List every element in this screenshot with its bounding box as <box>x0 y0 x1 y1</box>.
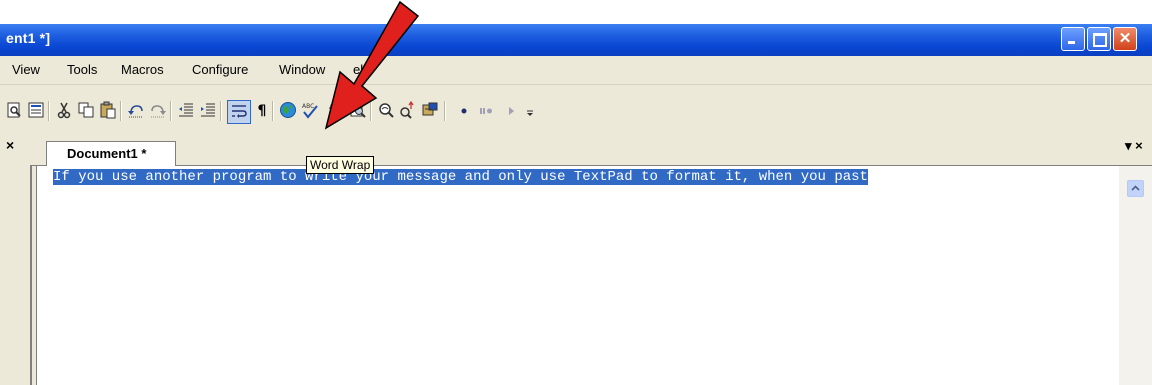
toolbar-separator <box>120 101 122 121</box>
document-properties-icon <box>28 102 44 118</box>
menu-bar: View Tools Macros Configure Window elp <box>0 56 1152 85</box>
svg-text:ABC: ABC <box>302 103 314 110</box>
pause-macro-icon <box>480 108 492 114</box>
paste-button[interactable] <box>98 101 118 121</box>
word-wrap-icon <box>232 105 247 118</box>
record-macro-button[interactable] <box>454 101 474 121</box>
text-editor[interactable]: If you use another program to write your… <box>36 166 1119 385</box>
print-preview-icon <box>7 102 21 118</box>
menu-tools[interactable]: Tools <box>67 62 97 77</box>
svg-text:Z: Z <box>329 111 334 119</box>
word-wrap-tooltip: Word Wrap <box>306 156 375 174</box>
find-in-files-button[interactable] <box>348 101 368 121</box>
toolbar-separator <box>370 101 372 121</box>
tab-label: Document1 * <box>67 146 147 161</box>
toolbar-separator <box>170 101 172 121</box>
toolbar-overflow-button[interactable] <box>520 101 540 121</box>
sort-icon: AZ <box>329 103 342 119</box>
toolbar-separator <box>272 101 274 121</box>
spy-button[interactable] <box>376 101 396 121</box>
spell-check-icon: ABC <box>302 103 318 119</box>
decrease-indent-button[interactable] <box>176 101 196 121</box>
selected-text-line[interactable]: If you use another program to write your… <box>53 169 868 185</box>
record-macro-icon <box>461 108 467 114</box>
close-button[interactable]: ✕ <box>1113 27 1137 51</box>
copy-button[interactable] <box>76 101 96 121</box>
tab-controls[interactable]: ▾ × <box>1125 138 1143 154</box>
menu-macros[interactable]: Macros <box>121 62 164 77</box>
undo-icon <box>128 105 143 118</box>
document-area: × Document1 * ▾ × If you use another pro… <box>0 135 1152 385</box>
maximize-button[interactable] <box>1087 27 1111 51</box>
tab-document1[interactable]: Document1 * <box>46 141 176 166</box>
play-macro-button[interactable] <box>502 101 522 121</box>
find-in-files-icon <box>350 102 366 118</box>
copy-icon <box>78 102 94 118</box>
menu-window[interactable]: Window <box>279 62 325 77</box>
pause-macro-button[interactable] <box>476 101 496 121</box>
play-macro-icon <box>509 107 514 115</box>
print-preview-button[interactable] <box>4 101 24 121</box>
minimize-button[interactable] <box>1061 27 1085 51</box>
find-replace-button[interactable] <box>398 100 418 121</box>
web-globe-icon <box>280 102 296 118</box>
menu-view[interactable]: View <box>12 62 40 77</box>
title-bar[interactable]: ent1 *] ✕ <box>0 24 1152 56</box>
window-title: ent1 *] <box>6 30 51 46</box>
increase-indent-button[interactable] <box>198 101 218 121</box>
decrease-indent-icon <box>179 103 193 117</box>
paste-icon <box>100 101 116 119</box>
scroll-up-button[interactable] <box>1127 180 1144 197</box>
vertical-scrollbar[interactable] <box>1119 166 1152 385</box>
toolbar-separator <box>220 101 222 121</box>
cut-button[interactable] <box>54 101 74 121</box>
panel-divider <box>30 165 32 385</box>
paragraph-mark-icon: ¶ <box>257 103 267 119</box>
toolbar-separator <box>444 101 446 121</box>
find-button[interactable] <box>420 101 440 121</box>
spell-check-button[interactable]: ABC <box>300 101 320 121</box>
find-icon <box>422 102 438 116</box>
chevron-up-icon <box>1131 185 1140 191</box>
increase-indent-icon <box>201 103 215 117</box>
sort-button[interactable]: AZ <box>326 101 346 121</box>
paragraph-mark-button[interactable]: ¶ <box>252 101 272 121</box>
find-replace-icon <box>400 100 414 119</box>
toolbar: ¶ ABC AZ <box>0 85 1152 135</box>
chevron-down-icon <box>527 110 533 116</box>
redo-icon <box>151 105 166 118</box>
redo-button[interactable] <box>148 101 168 121</box>
menu-help[interactable]: elp <box>353 62 370 77</box>
undo-button[interactable] <box>126 101 146 121</box>
close-icon: ✕ <box>1118 30 1132 47</box>
toolbar-separator <box>48 101 50 121</box>
web-browser-button[interactable] <box>278 101 298 121</box>
document-properties-button[interactable] <box>26 101 46 121</box>
maximize-icon <box>1093 33 1107 47</box>
panel-close-button[interactable]: × <box>6 137 14 153</box>
cut-icon <box>57 102 71 119</box>
menu-configure[interactable]: Configure <box>192 62 248 77</box>
minimize-icon <box>1068 41 1075 44</box>
spy-icon <box>379 103 394 118</box>
word-wrap-button[interactable] <box>227 100 251 124</box>
svg-text:A: A <box>329 103 334 111</box>
